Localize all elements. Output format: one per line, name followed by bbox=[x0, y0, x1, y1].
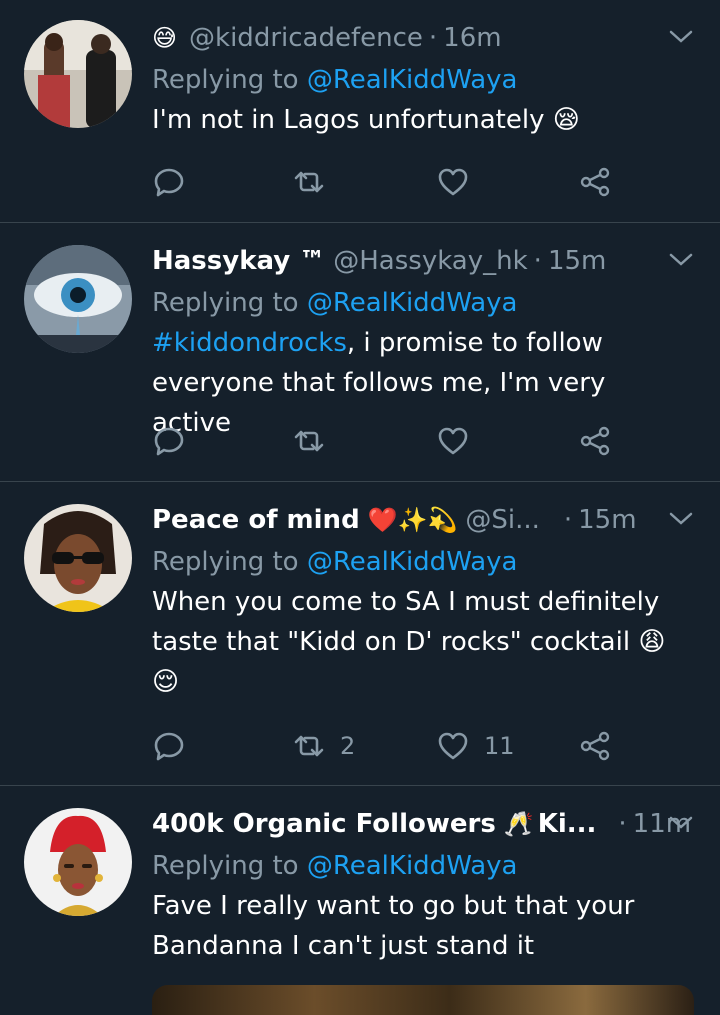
replying-prefix: Replying to bbox=[152, 65, 299, 95]
reply-mention[interactable]: @RealKiddWaya bbox=[307, 288, 518, 318]
retweet-button[interactable]: 2 bbox=[292, 726, 355, 766]
display-name[interactable]: Peace of mind bbox=[152, 505, 360, 535]
like-count: 11 bbox=[484, 732, 515, 760]
share-button[interactable] bbox=[578, 421, 612, 461]
separator-dot: · bbox=[428, 23, 438, 53]
like-button[interactable] bbox=[436, 421, 484, 461]
reply-button[interactable] bbox=[152, 162, 186, 202]
chevron-down-icon[interactable] bbox=[668, 814, 694, 832]
replying-to: Replying to @RealKiddWaya bbox=[152, 846, 692, 886]
like-icon bbox=[438, 168, 468, 196]
tweet-text: I'm not in Lagos unfortunately 😪 bbox=[152, 105, 580, 135]
retweet-button[interactable] bbox=[292, 421, 340, 461]
share-button[interactable] bbox=[578, 726, 612, 766]
timestamp[interactable]: 15m bbox=[578, 505, 636, 535]
replying-prefix: Replying to bbox=[152, 851, 299, 881]
retweet-count: 2 bbox=[340, 732, 356, 760]
reply-icon bbox=[154, 168, 184, 197]
avatar[interactable] bbox=[24, 808, 132, 916]
name-emoji: 🥂 bbox=[503, 810, 534, 838]
separator-dot: · bbox=[618, 809, 627, 839]
separator-dot: · bbox=[563, 505, 573, 535]
replying-to: Replying to @RealKiddWaya bbox=[152, 283, 692, 323]
retweet-icon bbox=[294, 430, 324, 452]
tweet[interactable]: 😅 @kiddricadefence · 16m Replying to @Re… bbox=[0, 0, 720, 222]
display-name[interactable]: 400k Organic Followers bbox=[152, 809, 496, 839]
chevron-down-icon[interactable] bbox=[668, 510, 694, 528]
chevron-down-icon[interactable] bbox=[668, 251, 694, 269]
share-icon bbox=[580, 731, 610, 761]
avatar[interactable] bbox=[24, 20, 132, 128]
avatar[interactable] bbox=[24, 504, 132, 612]
reply-icon bbox=[154, 732, 184, 761]
reply-icon bbox=[154, 427, 184, 456]
retweet-icon bbox=[294, 735, 324, 757]
reply-mention[interactable]: @RealKiddWaya bbox=[307, 851, 518, 881]
user-handle[interactable]: @Si... bbox=[465, 505, 540, 535]
tweet-media-image[interactable] bbox=[152, 985, 694, 1015]
tweet[interactable]: 400k Organic Followers 🥂 Ki... · 11m Rep… bbox=[0, 786, 720, 997]
tweet[interactable]: Hassykay ™ @Hassykay_hk · 15m Replying t… bbox=[0, 223, 720, 481]
reply-button[interactable] bbox=[152, 726, 186, 766]
tweet[interactable]: Peace of mind ❤️✨💫 @Si... · 15m Replying… bbox=[0, 482, 720, 785]
timestamp[interactable]: 15m bbox=[548, 246, 606, 276]
share-icon bbox=[580, 426, 610, 456]
tweet-feed: 😅 @kiddricadefence · 16m Replying to @Re… bbox=[0, 0, 720, 1015]
retweet-icon bbox=[294, 171, 324, 193]
name-emoji: ❤️✨💫 bbox=[367, 506, 458, 534]
reply-button[interactable] bbox=[152, 421, 186, 461]
separator-dot: · bbox=[533, 246, 542, 276]
tweet-text: Fave I really want to go but that your B… bbox=[152, 891, 635, 961]
replying-to: Replying to @RealKiddWaya bbox=[152, 542, 692, 582]
display-name[interactable]: Hassykay ™ bbox=[152, 246, 325, 276]
like-button[interactable]: 11 bbox=[436, 726, 515, 766]
reply-mention[interactable]: @RealKiddWaya bbox=[307, 547, 518, 577]
like-icon bbox=[438, 427, 468, 455]
retweet-button[interactable] bbox=[292, 162, 340, 202]
reply-mention[interactable]: @RealKiddWaya bbox=[307, 65, 518, 95]
user-handle[interactable]: @Hassykay_hk bbox=[333, 246, 527, 276]
timestamp[interactable]: 16m bbox=[443, 23, 501, 53]
name-emoji: 😅 bbox=[152, 24, 178, 52]
like-button[interactable] bbox=[436, 162, 484, 202]
share-button[interactable] bbox=[578, 162, 612, 202]
replying-prefix: Replying to bbox=[152, 547, 299, 577]
like-icon bbox=[438, 732, 468, 760]
hashtag-link[interactable]: #kiddondrocks bbox=[152, 328, 347, 358]
replying-to: Replying to @RealKiddWaya bbox=[152, 60, 692, 100]
replying-prefix: Replying to bbox=[152, 288, 299, 318]
display-name-suffix[interactable]: Ki... bbox=[538, 809, 597, 839]
user-handle[interactable]: @kiddricadefence bbox=[189, 23, 423, 53]
share-icon bbox=[580, 167, 610, 197]
tweet-text: When you come to SA I must definitely ta… bbox=[152, 587, 666, 697]
chevron-down-icon[interactable] bbox=[668, 28, 694, 46]
avatar[interactable] bbox=[24, 245, 132, 353]
